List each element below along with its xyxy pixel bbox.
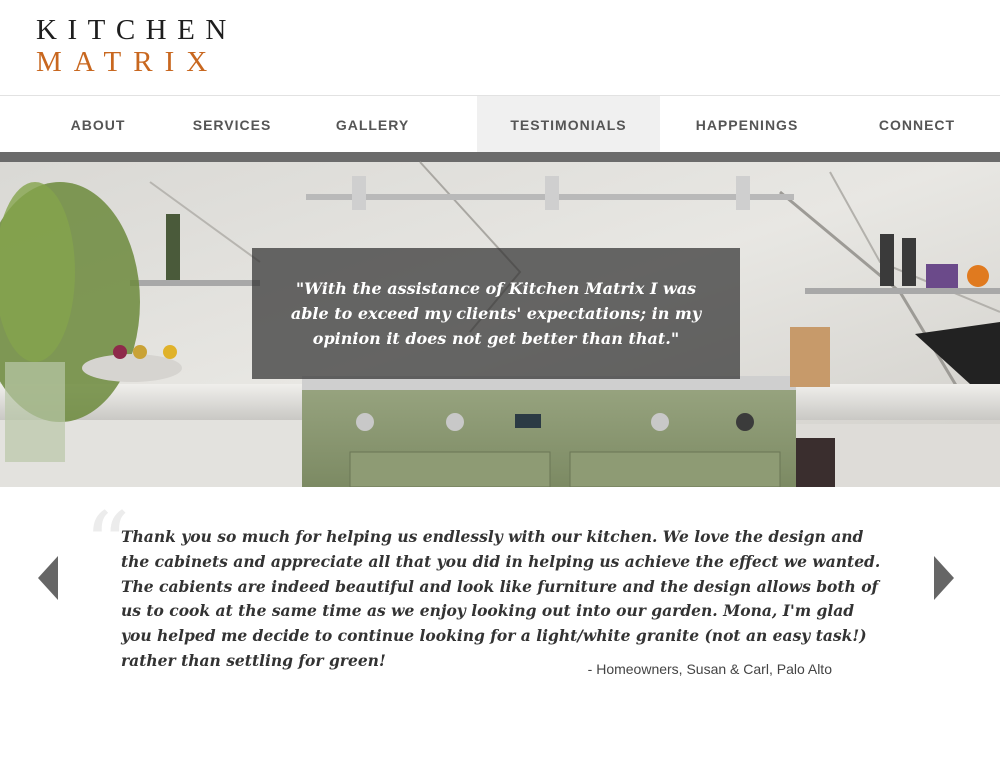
- site-logo[interactable]: KITCHEN MATRIX: [36, 16, 237, 77]
- hero-banner: "With the assistance of Kitchen Matrix I…: [0, 152, 1000, 487]
- chevron-left-icon[interactable]: [36, 554, 60, 602]
- site-header: KITCHEN MATRIX: [0, 0, 1000, 95]
- main-nav: ABOUT SERVICES GALLERY TESTIMONIALS HAPP…: [0, 95, 1000, 153]
- testimonial-slider: “ Thank you so much for helping us endle…: [0, 487, 1000, 767]
- hero-quote-box: "With the assistance of Kitchen Matrix I…: [252, 248, 740, 379]
- testimonial-text: Thank you so much for helping us endless…: [121, 527, 881, 670]
- logo-line-2: MATRIX: [36, 46, 220, 78]
- chevron-right-icon[interactable]: [932, 554, 956, 602]
- nav-about[interactable]: ABOUT: [0, 96, 196, 153]
- nav-gallery[interactable]: GALLERY: [268, 96, 477, 153]
- hero-quote-text: "With the assistance of Kitchen Matrix I…: [290, 279, 702, 348]
- logo-line-1: KITCHEN: [36, 14, 237, 46]
- nav-testimonials[interactable]: TESTIMONIALS: [477, 96, 660, 153]
- testimonial-attribution: - Homeowners, Susan & Carl, Palo Alto: [587, 661, 832, 677]
- nav-services[interactable]: SERVICES: [193, 96, 271, 153]
- nav-happenings[interactable]: HAPPENINGS: [660, 96, 834, 153]
- nav-connect[interactable]: CONNECT: [834, 96, 1000, 153]
